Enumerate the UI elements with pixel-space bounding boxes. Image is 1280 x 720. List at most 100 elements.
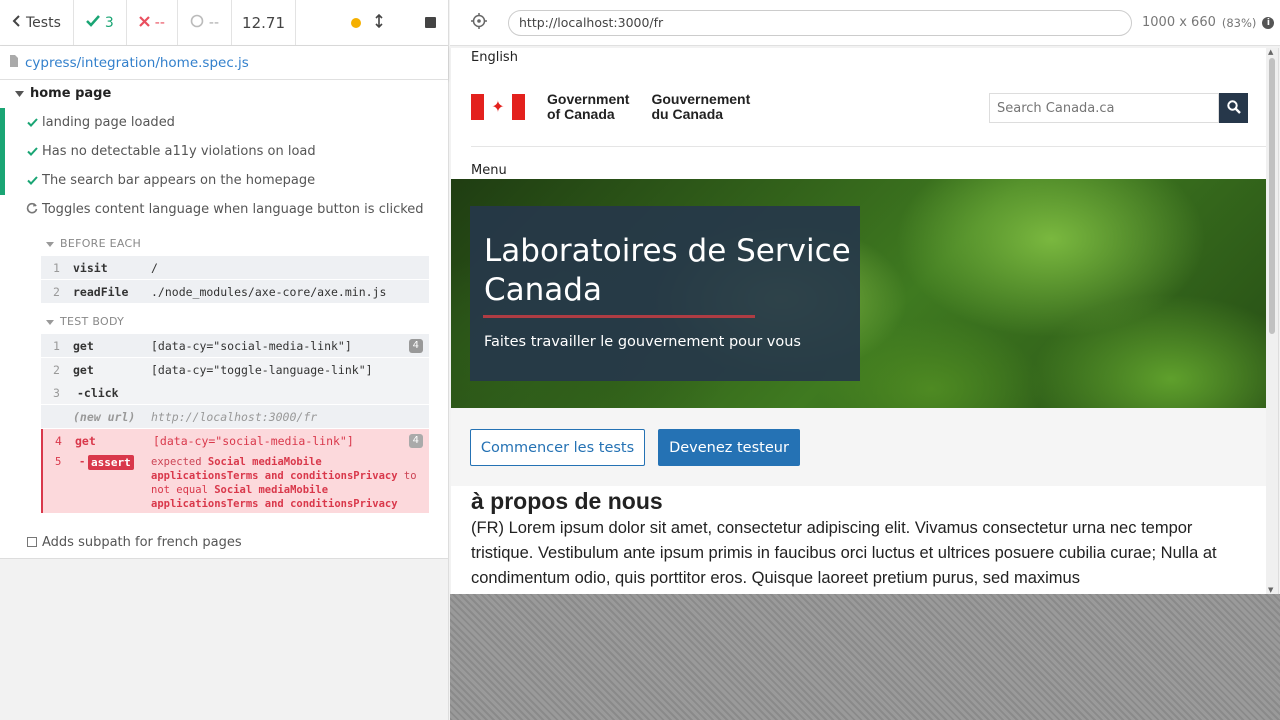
passed-bar	[0, 108, 5, 137]
file-icon	[9, 54, 19, 71]
command-name: (new url)	[73, 409, 136, 424]
scroll-arrows-icon[interactable]	[375, 13, 383, 32]
hero-subtitle: Faites travailler le gouvernement pour v…	[484, 334, 801, 350]
command-row-failed[interactable]: 4 get [data-cy="social-media-link"] 4	[41, 429, 429, 452]
command-number: 2	[53, 284, 60, 299]
aut-iframe: English ✦ Government of Canada Gouvernem…	[451, 48, 1279, 594]
scrollbar-thumb[interactable]	[1269, 58, 1275, 334]
command-message: ./node_modules/axe-core/axe.min.js	[151, 284, 387, 299]
spec-file-link[interactable]: cypress/integration/home.spec.js	[25, 55, 249, 71]
test-title: Has no detectable a11y violations on loa…	[42, 144, 316, 159]
assert-message: expected Social mediaMobile applications…	[151, 455, 426, 483]
element-count-badge: 4	[408, 433, 423, 448]
command-message: [data-cy="social-media-link"]	[151, 338, 352, 353]
app-under-test: http://localhost:3000/fr 1000 x 660 (83%…	[450, 0, 1280, 720]
passed-bar	[0, 166, 5, 195]
test-title: Adds subpath for french pages	[42, 535, 242, 550]
assert-tag: assert	[88, 455, 134, 470]
start-testing-button[interactable]: Commencer les tests	[470, 429, 645, 466]
element-count-badge: 4	[408, 338, 423, 353]
selector-playground-icon[interactable]	[450, 12, 508, 33]
assert-to-word: to	[403, 470, 417, 482]
reporter-header: Tests 3 -- -- 12.71	[0, 0, 448, 46]
suite-title[interactable]: home page	[15, 86, 111, 101]
test-title: The search bar appears on the homepage	[42, 173, 316, 188]
assert-message-cont: not equal Social mediaMobile application…	[151, 483, 426, 511]
about-heading: à propos de nous	[471, 488, 663, 514]
suite-title-label: home page	[30, 86, 112, 101]
command-name: readFile	[73, 284, 129, 299]
goc-en-line1: Government	[547, 91, 630, 107]
failed-count: --	[127, 0, 178, 45]
test-item-passed[interactable]: Has no detectable a11y violations on loa…	[0, 137, 449, 166]
viewport-scale: (83%)	[1221, 15, 1257, 30]
goc-english-name: Government of Canada	[547, 92, 629, 122]
become-tester-button[interactable]: Devenez testeur	[658, 429, 800, 466]
check-icon	[25, 116, 39, 130]
command-row[interactable]: 1 get [data-cy="social-media-link"] 4	[41, 334, 429, 357]
command-message: [data-cy="toggle-language-link"]	[151, 362, 373, 377]
caret-down-icon	[15, 86, 24, 101]
passed-count: 3	[74, 0, 127, 45]
cypress-reporter: Tests 3 -- -- 12.71 cypress/integration/…	[0, 0, 449, 720]
tests-button[interactable]: Tests	[0, 0, 74, 45]
assert-value: Social mediaMobile	[214, 484, 329, 496]
command-number: 4	[55, 433, 62, 448]
page-scrollbar[interactable]: ▲ ▼	[1266, 48, 1278, 594]
search-input[interactable]	[989, 93, 1219, 123]
command-name: -click	[77, 385, 119, 400]
hero-panel: Laboratoires de Service Canada Faites tr…	[470, 206, 860, 381]
scroll-down-icon[interactable]: ▼	[1268, 586, 1273, 594]
menu-button[interactable]: Menu	[471, 163, 507, 178]
auto-scroll-indicator-icon[interactable]	[351, 17, 361, 28]
scroll-up-icon[interactable]: ▲	[1268, 48, 1273, 56]
goc-signature[interactable]: ✦ Government of Canada Gouvernement du C…	[471, 92, 750, 122]
header-divider	[471, 146, 1266, 147]
command-row[interactable]: 1 visit /	[41, 256, 429, 279]
assert-value: applicationsTerms and conditionsPrivacy	[151, 498, 398, 510]
command-row[interactable]: 3 -click	[41, 381, 429, 404]
goc-french-name: Gouvernement du Canada	[651, 92, 750, 122]
search-button[interactable]	[1219, 93, 1248, 123]
hero-accent-line	[483, 315, 755, 318]
command-row[interactable]: 2 readFile ./node_modules/axe-core/axe.m…	[41, 280, 429, 303]
command-number: 2	[53, 362, 60, 377]
command-name: get	[75, 433, 96, 448]
goc-fr-line2: du Canada	[651, 106, 724, 122]
reporter-controls	[339, 0, 448, 45]
assert-value: Social mediaMobile	[207, 456, 322, 468]
test-item-passed[interactable]: The search bar appears on the homepage	[0, 166, 449, 195]
viewport-size: 1000 x 660	[1142, 15, 1216, 30]
assert-expected-word: expected	[151, 456, 202, 468]
passed-count-value: 3	[104, 14, 114, 31]
info-icon[interactable]: i	[1262, 16, 1275, 29]
command-row-assert-failed[interactable]: 5 - assert expected Social mediaMobile a…	[41, 452, 429, 513]
url-field[interactable]: http://localhost:3000/fr	[508, 9, 1132, 36]
assert-not-equal-word: not equal	[151, 484, 208, 496]
site-search	[989, 93, 1248, 123]
command-name: visit	[73, 260, 108, 275]
chevron-left-icon	[12, 14, 20, 31]
failed-count-value: --	[154, 14, 165, 31]
test-item-running[interactable]: Toggles content language when language b…	[0, 195, 449, 224]
hero-title: Laboratoires de Service Canada	[484, 233, 851, 308]
checkbox-icon	[25, 536, 39, 550]
assert-value: applicationsTerms and conditionsPrivacy	[151, 470, 398, 482]
hook-test-body[interactable]: TEST BODY	[46, 315, 124, 328]
test-item-pending[interactable]: Adds subpath for french pages	[0, 528, 449, 557]
caret-down-icon	[46, 315, 54, 328]
canada-flag-icon: ✦	[471, 94, 525, 120]
goc-fr-line1: Gouvernement	[651, 91, 751, 107]
command-message: [data-cy="social-media-link"]	[153, 433, 354, 448]
language-toggle-link[interactable]: English	[471, 50, 518, 65]
command-number: 1	[53, 260, 60, 275]
spec-file-bar: cypress/integration/home.spec.js	[0, 46, 448, 80]
hook-before-each[interactable]: BEFORE EACH	[46, 237, 141, 250]
command-row-new-url[interactable]: (new url) http://localhost:3000/fr	[41, 405, 429, 428]
test-item-passed[interactable]: landing page loaded	[0, 108, 449, 137]
command-dash: -	[79, 456, 86, 468]
stop-icon[interactable]	[425, 17, 436, 28]
tests-button-label: Tests	[26, 14, 61, 31]
command-row[interactable]: 2 get [data-cy="toggle-language-link"]	[41, 358, 429, 381]
viewport-info[interactable]: 1000 x 660 (83%) i	[1142, 15, 1275, 30]
